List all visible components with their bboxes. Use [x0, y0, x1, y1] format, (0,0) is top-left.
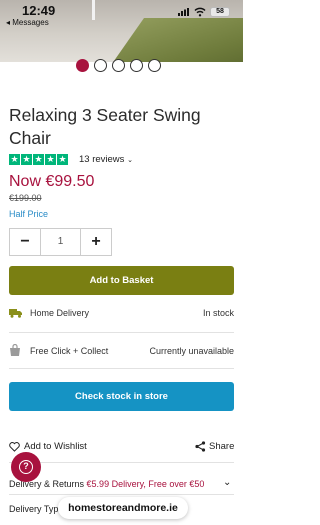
- add-to-wishlist-button[interactable]: Add to Wishlist: [9, 441, 87, 452]
- delivery-returns-accordion[interactable]: Delivery & Returns €5.99 Delivery, Free …: [9, 479, 204, 489]
- add-to-basket-button[interactable]: Add to Basket: [9, 266, 234, 295]
- signal-icon: [178, 8, 189, 16]
- share-button[interactable]: Share: [195, 441, 234, 452]
- quantity-input[interactable]: 1: [40, 229, 81, 255]
- divider: [9, 332, 234, 333]
- price-note: Half Price: [9, 209, 49, 219]
- star-icon: ★: [9, 154, 20, 165]
- share-label: Share: [209, 441, 235, 452]
- click-collect-status: Currently unavailable: [149, 346, 234, 356]
- home-delivery-label: Home Delivery: [30, 308, 90, 318]
- star-icon: ★: [21, 154, 32, 165]
- help-icon: ?: [19, 460, 33, 474]
- price-was: €199.00: [9, 193, 42, 203]
- star-rating[interactable]: ★ ★ ★ ★ ★: [9, 154, 68, 165]
- carousel-dot[interactable]: [148, 59, 161, 72]
- share-icon: [195, 441, 206, 452]
- carousel-indicator: [76, 59, 161, 72]
- wishlist-label: Add to Wishlist: [24, 441, 87, 452]
- chevron-down-icon[interactable]: ⌄: [223, 477, 231, 488]
- heart-icon: [9, 441, 20, 452]
- divider: [9, 368, 234, 369]
- browser-url-bar[interactable]: homestoreandmore.ie: [58, 497, 188, 519]
- carousel-dot[interactable]: [130, 59, 143, 72]
- quantity-stepper: − 1 +: [9, 228, 112, 256]
- home-delivery-status: In stock: [202, 308, 234, 318]
- delivery-type-label: Delivery Typ: [9, 504, 59, 514]
- click-collect-label: Free Click + Collect: [30, 346, 109, 356]
- product-title: Relaxing 3 Seater Swing Chair: [9, 105, 201, 148]
- star-icon: ★: [57, 154, 68, 165]
- wifi-icon: [194, 7, 206, 17]
- carousel-dot[interactable]: [94, 59, 107, 72]
- shopping-bag-icon: [10, 344, 20, 356]
- battery-icon: 58: [210, 7, 230, 17]
- price-now: Now €99.50: [9, 173, 95, 190]
- truck-icon: [9, 309, 22, 318]
- check-stock-button[interactable]: Check stock in store: [9, 382, 234, 411]
- chevron-down-icon: ⌄: [127, 157, 133, 164]
- divider: [9, 462, 234, 463]
- help-button[interactable]: ?: [11, 452, 41, 482]
- status-time: 12:49: [22, 3, 56, 18]
- status-bar: 12:49 ◂ Messages 58: [0, 0, 243, 30]
- back-to-messages[interactable]: ◂ Messages: [6, 18, 49, 27]
- increase-quantity-button[interactable]: +: [81, 229, 111, 255]
- reviews-label: 13 reviews: [79, 154, 125, 165]
- reviews-link[interactable]: 13 reviews ⌄: [79, 154, 133, 165]
- star-icon: ★: [33, 154, 44, 165]
- star-icon: ★: [45, 154, 56, 165]
- carousel-dot[interactable]: [76, 59, 89, 72]
- divider: [9, 494, 234, 495]
- carousel-dot[interactable]: [112, 59, 125, 72]
- delivery-promo: €5.99 Delivery, Free over €50: [86, 479, 205, 489]
- decrease-quantity-button[interactable]: −: [10, 229, 40, 255]
